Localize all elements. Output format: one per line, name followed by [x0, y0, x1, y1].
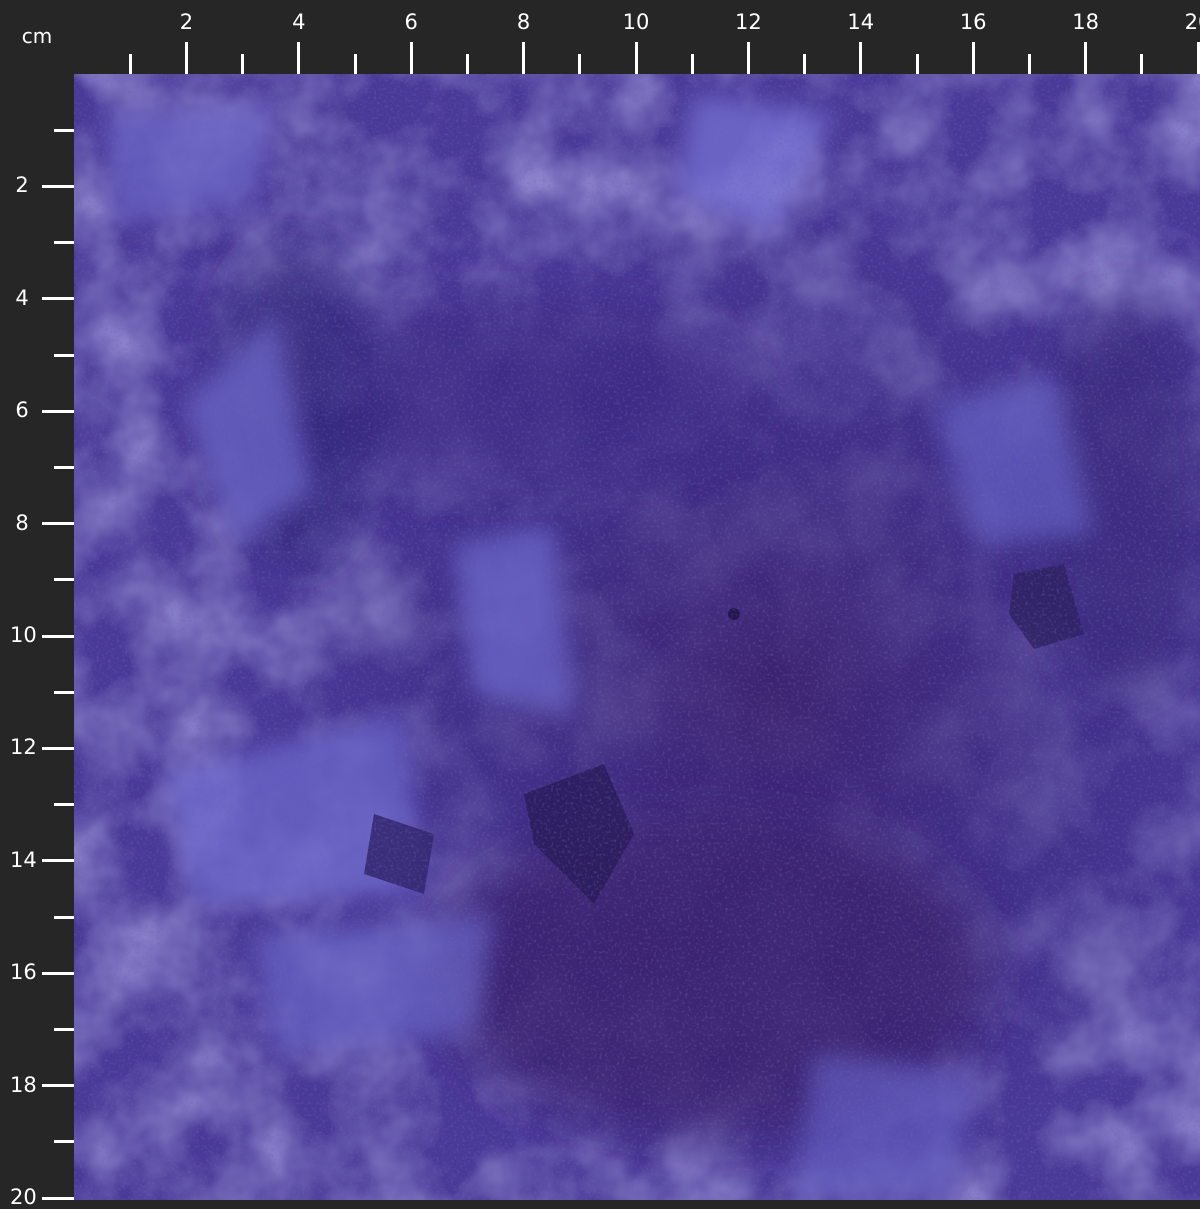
unit-label: cm: [21, 24, 53, 48]
ruler-top-label: 12: [735, 10, 762, 34]
ruler-left-major-tick: [42, 1196, 74, 1200]
ruler-left-major-tick: [42, 859, 74, 863]
ruler-top-minor-tick: [1027, 54, 1031, 74]
ruler-left-major-tick: [42, 1084, 74, 1088]
ruler-left-major-tick: [42, 634, 74, 638]
ruler-top-label: 10: [622, 10, 650, 34]
ruler-left-label: 20: [10, 1185, 37, 1209]
ruler-left-label: 10: [10, 623, 37, 647]
ruler-left-major-tick: [42, 522, 74, 526]
ruler-top-label: 14: [847, 10, 875, 34]
ruler-left-minor-tick: [54, 690, 74, 694]
ruler-top-minor-tick: [803, 54, 807, 74]
ruler-corner: cm: [0, 0, 74, 74]
ruler-top-major-tick: [409, 42, 413, 74]
batik-fabric-swatch: [74, 74, 1200, 1200]
ruler-top-label: 6: [404, 10, 418, 34]
ruler-left-label: 14: [10, 847, 37, 872]
ruler-top-minor-tick: [353, 54, 357, 74]
ruler-top-minor-tick: [128, 54, 132, 74]
ruler-left-major-tick: [42, 746, 74, 750]
ruler-top-major-tick: [634, 42, 638, 74]
ruler-top-major-tick: [297, 42, 301, 74]
ruler-top-major-tick: [522, 42, 526, 74]
ruler-top-label: 2: [179, 10, 194, 34]
ruler-top-minor-tick: [1140, 54, 1144, 74]
ruler-left-major-tick: [42, 297, 74, 301]
ruler-top-minor-tick: [578, 54, 582, 74]
ruler-top-minor-tick: [241, 54, 245, 74]
ruler-left-label: 12: [10, 735, 37, 760]
ruler-left-major-tick: [42, 971, 74, 975]
ruler-top-label: 20: [1184, 10, 1200, 34]
ruler-left-minor-tick: [54, 353, 74, 357]
ruler-top-label: 18: [1072, 10, 1099, 34]
ruler-left-major-tick: [42, 184, 74, 188]
fabric-texture: [74, 74, 1200, 1200]
ruler-top-major-tick: [859, 42, 863, 74]
ruler-top-label: 8: [516, 10, 531, 34]
ruler-top-label: 4: [292, 10, 306, 34]
ruler-left-label: 6: [15, 398, 29, 423]
ruler-top-major-tick: [1196, 42, 1200, 74]
ruler-left-minor-tick: [54, 1140, 74, 1144]
ruler-left-minor-tick: [54, 465, 74, 469]
ruler-top-major-tick: [184, 42, 188, 74]
ruler-top-minor-tick: [690, 54, 694, 74]
ruler-left-minor-tick: [54, 128, 74, 132]
ruler-top-major-tick: [746, 42, 750, 74]
ruler-top-label: 16: [959, 10, 987, 34]
ruler-top-major-tick: [1084, 42, 1088, 74]
ruler-left-label: 2: [15, 173, 29, 198]
ruler-left-minor-tick: [54, 915, 74, 919]
ruler-left-minor-tick: [54, 241, 74, 245]
ruler-left-minor-tick: [54, 1027, 74, 1031]
ruler-left-minor-tick: [54, 803, 74, 807]
ruler-left-major-tick: [42, 409, 74, 413]
ruler-top-minor-tick: [465, 54, 469, 74]
ruler-top-major-tick: [971, 42, 975, 74]
ruler-top: 2 4 6 8 10 12 14 16 18 20: [74, 0, 1200, 74]
ruler-left-label: 16: [10, 960, 37, 985]
ruler-left: 2 4 6 8 10 12 14 16 18 20: [0, 74, 74, 1208]
ruler-left-label: 8: [15, 510, 29, 535]
ruler-left-label: 18: [10, 1072, 37, 1097]
ruler-left-label: 4: [15, 285, 29, 310]
ruler-top-minor-tick: [915, 54, 919, 74]
ruler-left-minor-tick: [54, 578, 74, 582]
